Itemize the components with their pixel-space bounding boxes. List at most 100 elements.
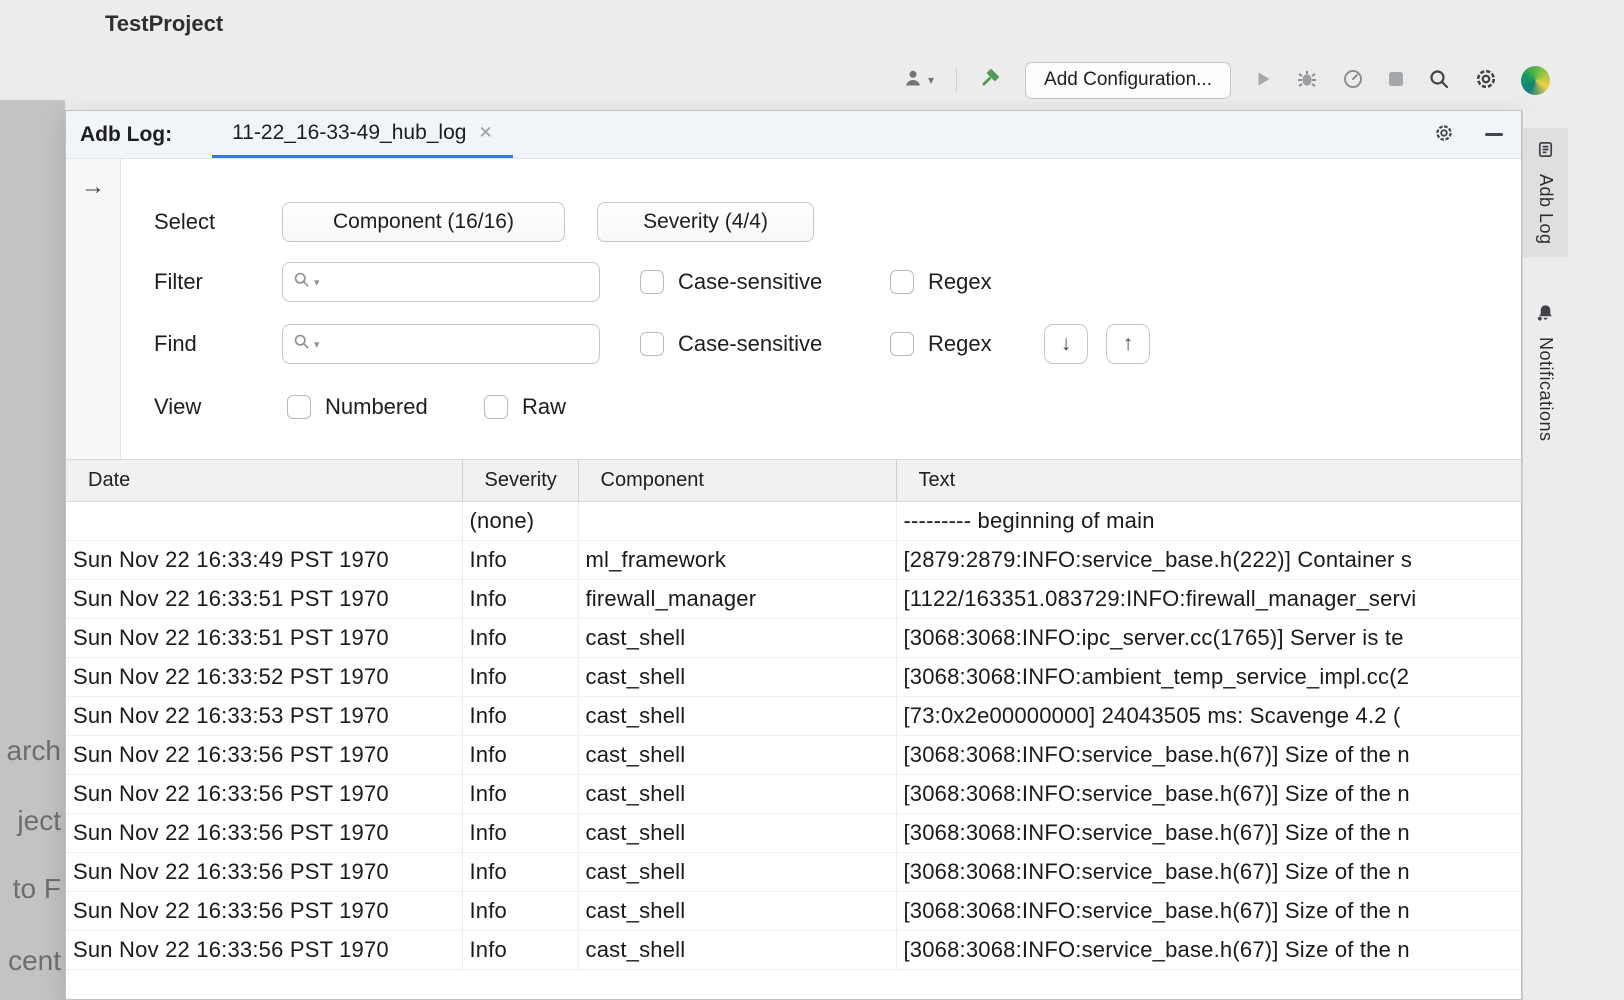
profile-button[interactable] <box>1341 67 1365 94</box>
regex-checkbox[interactable] <box>890 332 914 356</box>
cell-component: cast_shell <box>578 931 896 970</box>
background-text-fragment: arch <box>7 735 61 767</box>
cell-severity: Info <box>462 775 578 814</box>
arrow-right-icon[interactable]: → <box>81 173 105 201</box>
log-file-tab[interactable]: 11-22_16-33-49_hub_log ✕ <box>212 111 513 158</box>
table-row[interactable]: Sun Nov 22 16:33:56 PST 1970 Info cast_s… <box>66 892 1521 931</box>
screen: arch ject to F cent vigat TestProject ▾ … <box>0 0 1624 1000</box>
user-menu[interactable]: ▾ <box>903 68 934 93</box>
log-table: Date Severity Component Text (none) ----… <box>66 459 1521 999</box>
cell-component: cast_shell <box>578 658 896 697</box>
cell-text: [3068:3068:INFO:service_base.h(67)] Size… <box>896 736 1521 775</box>
find-regex-option: Regex <box>890 324 992 364</box>
settings-button[interactable] <box>1473 66 1499 95</box>
cell-text: [3068:3068:INFO:ambient_temp_service_imp… <box>896 658 1521 697</box>
search-icon <box>1427 67 1451 94</box>
table-row[interactable]: Sun Nov 22 16:33:51 PST 1970 Info cast_s… <box>66 619 1521 658</box>
cell-severity: Info <box>462 814 578 853</box>
regex-label[interactable]: Regex <box>928 269 992 295</box>
table-row[interactable]: (none) --------- beginning of main <box>66 502 1521 541</box>
table-row[interactable]: Sun Nov 22 16:33:49 PST 1970 Info ml_fra… <box>66 541 1521 580</box>
bell-icon <box>1536 303 1555 327</box>
find-previous-button[interactable]: ↑ <box>1106 324 1150 364</box>
debug-button[interactable] <box>1295 67 1319 94</box>
chevron-down-icon[interactable]: ▾ <box>314 338 320 351</box>
cell-date: Sun Nov 22 16:33:53 PST 1970 <box>66 697 462 736</box>
raw-option: Raw <box>484 387 566 427</box>
cell-component: cast_shell <box>578 697 896 736</box>
table-row[interactable]: Sun Nov 22 16:33:51 PST 1970 Info firewa… <box>66 580 1521 619</box>
profiler-icon <box>1341 67 1365 94</box>
chevron-down-icon[interactable]: ▾ <box>314 276 320 289</box>
add-configuration-button[interactable]: Add Configuration... <box>1025 62 1231 99</box>
cell-date: Sun Nov 22 16:33:51 PST 1970 <box>66 580 462 619</box>
case-sensitive-label[interactable]: Case-sensitive <box>678 331 822 357</box>
panel-header-actions <box>1433 122 1503 147</box>
hammer-icon <box>979 67 1003 94</box>
cell-date <box>66 502 462 541</box>
search-everywhere-button[interactable] <box>1427 67 1451 94</box>
filter-label: Filter <box>154 262 203 302</box>
table-row[interactable]: Sun Nov 22 16:33:52 PST 1970 Info cast_s… <box>66 658 1521 697</box>
filter-zone: → Select Component (16/16) Severity (4/4… <box>66 159 1521 459</box>
column-header-severity[interactable]: Severity <box>462 460 578 502</box>
component-filter-button[interactable]: Component (16/16) <box>282 202 565 242</box>
cell-severity: Info <box>462 580 578 619</box>
minimize-button[interactable] <box>1485 133 1503 136</box>
raw-checkbox[interactable] <box>484 395 508 419</box>
filter-input[interactable] <box>324 270 589 295</box>
table-row[interactable]: Sun Nov 22 16:33:56 PST 1970 Info cast_s… <box>66 814 1521 853</box>
build-button[interactable] <box>979 67 1003 94</box>
view-row: View Numbered Raw <box>122 387 1521 427</box>
run-button[interactable] <box>1253 69 1273 92</box>
case-sensitive-label[interactable]: Case-sensitive <box>678 269 822 295</box>
column-header-text[interactable]: Text <box>896 460 1521 502</box>
cell-component: ml_framework <box>578 541 896 580</box>
gear-icon <box>1473 66 1499 95</box>
cell-text: [3068:3068:INFO:service_base.h(67)] Size… <box>896 775 1521 814</box>
gear-icon <box>1433 122 1455 147</box>
panel-settings-button[interactable] <box>1433 122 1455 147</box>
find-row: Find ▾ Case-sensitive Regex <box>122 324 1521 364</box>
select-label: Select <box>154 202 215 242</box>
column-header-component[interactable]: Component <box>578 460 896 502</box>
background-text-fragment: cent <box>8 945 61 977</box>
find-input[interactable] <box>324 332 589 357</box>
cell-date: Sun Nov 22 16:33:56 PST 1970 <box>66 892 462 931</box>
case-sensitive-checkbox[interactable] <box>640 270 664 294</box>
minimize-icon <box>1485 133 1503 136</box>
cell-component: cast_shell <box>578 736 896 775</box>
filter-form: Select Component (16/16) Severity (4/4) … <box>122 159 1521 459</box>
table-row[interactable]: Sun Nov 22 16:33:56 PST 1970 Info cast_s… <box>66 931 1521 970</box>
panel-title: Adb Log: <box>80 123 172 147</box>
search-icon[interactable] <box>293 333 310 355</box>
numbered-option: Numbered <box>287 387 428 427</box>
table-row[interactable]: Sun Nov 22 16:33:56 PST 1970 Info cast_s… <box>66 775 1521 814</box>
table-row[interactable]: Sun Nov 22 16:33:56 PST 1970 Info cast_s… <box>66 853 1521 892</box>
filter-row: Filter ▾ Case-sensitive Regex <box>122 262 1521 302</box>
search-icon[interactable] <box>293 271 310 293</box>
sidebar-tab-notifications[interactable]: Notifications <box>1523 291 1568 454</box>
cell-text: [3068:3068:INFO:ipc_server.cc(1765)] Ser… <box>896 619 1521 658</box>
cell-severity: Info <box>462 853 578 892</box>
sidebar-tab-notifications-label: Notifications <box>1535 337 1556 442</box>
sidebar-tab-adb-log[interactable]: Adb Log <box>1523 128 1568 257</box>
case-sensitive-checkbox[interactable] <box>640 332 664 356</box>
column-header-date[interactable]: Date <box>66 460 462 502</box>
numbered-checkbox[interactable] <box>287 395 311 419</box>
user-avatar[interactable] <box>1521 66 1550 95</box>
table-row[interactable]: Sun Nov 22 16:33:53 PST 1970 Info cast_s… <box>66 697 1521 736</box>
find-next-button[interactable]: ↓ <box>1044 324 1088 364</box>
stop-button[interactable] <box>1387 70 1405 91</box>
cell-date: Sun Nov 22 16:33:49 PST 1970 <box>66 541 462 580</box>
main-toolbar: ▾ Add Configuration... <box>903 60 1550 100</box>
severity-filter-button[interactable]: Severity (4/4) <box>597 202 814 242</box>
table-row[interactable]: Sun Nov 22 16:33:56 PST 1970 Info cast_s… <box>66 736 1521 775</box>
regex-label[interactable]: Regex <box>928 331 992 357</box>
toolbar-separator <box>956 67 957 93</box>
close-icon[interactable]: ✕ <box>478 123 492 143</box>
regex-checkbox[interactable] <box>890 270 914 294</box>
raw-label[interactable]: Raw <box>522 394 566 420</box>
cell-text: [3068:3068:INFO:service_base.h(67)] Size… <box>896 853 1521 892</box>
numbered-label[interactable]: Numbered <box>325 394 428 420</box>
